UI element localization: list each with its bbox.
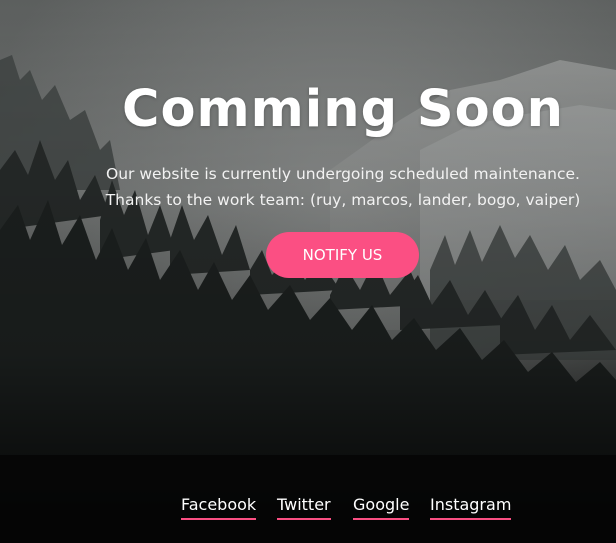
google-link[interactable]: Google xyxy=(353,494,410,520)
facebook-link[interactable]: Facebook xyxy=(181,494,257,520)
description-line-1: Our website is currently undergoing sche… xyxy=(106,165,580,183)
page-title: Comming Soon xyxy=(122,80,564,139)
instagram-link[interactable]: Instagram xyxy=(430,494,512,520)
description-line-2: Thanks to the work team: (ruy, marcos, l… xyxy=(105,191,581,209)
twitter-link[interactable]: Twitter xyxy=(277,494,331,520)
notify-us-button[interactable]: NOTIFY US xyxy=(266,232,419,278)
landing-content: Comming Soon Our website is currently un… xyxy=(0,0,616,543)
social-links: Facebook Twitter Google Instagram xyxy=(0,494,616,524)
description-text: Our website is currently undergoing sche… xyxy=(70,161,616,213)
